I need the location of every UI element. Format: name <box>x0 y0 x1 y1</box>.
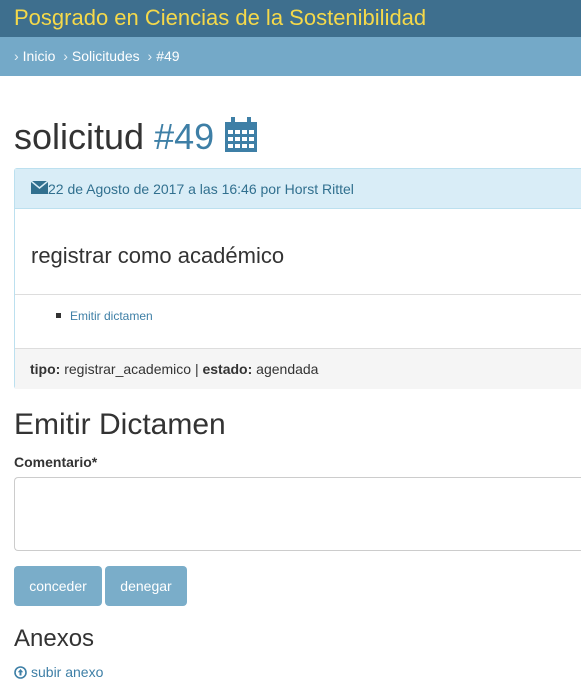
upload-circle-icon <box>14 666 27 682</box>
envelope-icon <box>30 180 49 199</box>
request-meta: 22 de Agosto de 2017 a las 16:46 por Hor… <box>48 181 354 197</box>
deny-button[interactable]: denegar <box>105 566 187 606</box>
comment-textarea[interactable] <box>14 477 581 551</box>
navbar: Posgrado en Ciencias de la Sostenibilida… <box>0 0 581 37</box>
request-type-status: tipo: registrar_academico | estado: agen… <box>30 361 318 377</box>
request-number: #49 <box>154 116 215 157</box>
status-value: agendada <box>256 361 319 377</box>
divider-text: | <box>194 361 199 377</box>
breadcrumb-item-inicio[interactable]: Inicio <box>23 48 56 64</box>
breadcrumb-separator: › <box>147 48 153 64</box>
divider <box>15 294 581 295</box>
upload-attachment-link[interactable]: subir anexo <box>14 664 103 682</box>
breadcrumb-separator: › <box>63 48 68 64</box>
brand-title[interactable]: Posgrado en Ciencias de la Sostenibilida… <box>14 5 426 31</box>
status-label: estado: <box>202 361 253 377</box>
emitir-dictamen-link[interactable]: Emitir dictamen <box>70 309 153 323</box>
breadcrumb-bar: › Inicio › Solicitudes › #49 <box>0 37 581 76</box>
breadcrumb: › Inicio › Solicitudes › #49 <box>14 48 180 64</box>
list-bullet <box>56 313 61 318</box>
grant-button[interactable]: conceder <box>14 566 102 606</box>
breadcrumb-separator: › <box>14 48 19 64</box>
request-subject: registrar como académico <box>31 243 285 268</box>
type-value: registrar_academico <box>64 361 192 377</box>
attachments-heading: Anexos <box>14 625 95 652</box>
request-panel: 22 de Agosto de 2017 a las 16:46 por Hor… <box>14 168 581 389</box>
breadcrumb-item-current: #49 <box>156 48 180 64</box>
page-title-word: solicitud <box>14 116 145 157</box>
request-panel-header: 22 de Agosto de 2017 a las 16:46 por Hor… <box>15 169 581 209</box>
type-label: tipo: <box>30 361 61 377</box>
page-title: solicitud #49 <box>14 116 214 158</box>
dictamen-heading: Emitir Dictamen <box>14 408 226 441</box>
calendar-icon[interactable] <box>224 117 258 158</box>
breadcrumb-item-solicitudes[interactable]: Solicitudes <box>72 48 140 64</box>
upload-attachment-label: subir anexo <box>31 664 104 680</box>
request-panel-footer: tipo: registrar_academico | estado: agen… <box>15 349 581 389</box>
comment-label: Comentario* <box>14 454 98 470</box>
